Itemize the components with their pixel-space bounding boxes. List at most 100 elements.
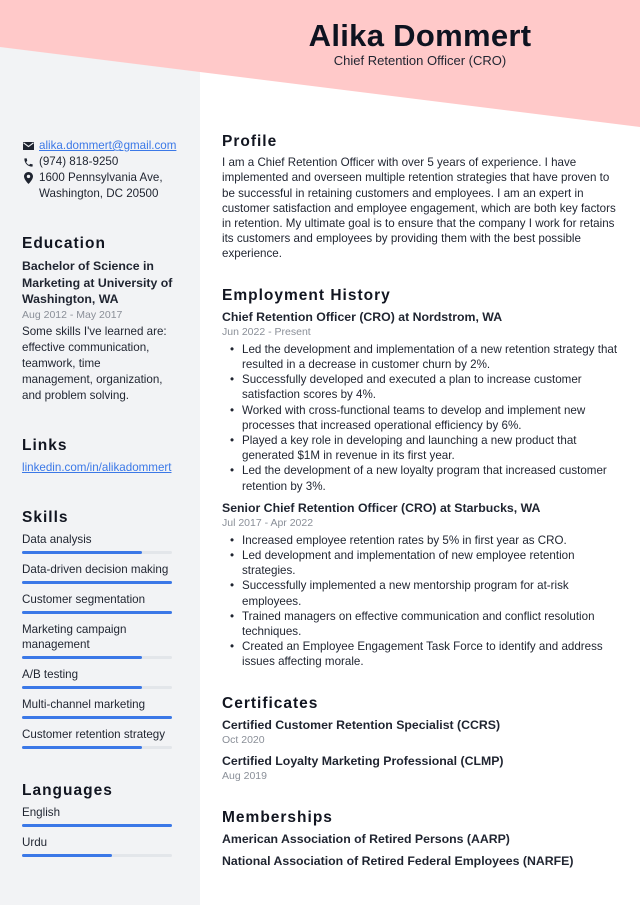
job-title: Chief Retention Officer (CRO) at Nordstr… — [222, 309, 503, 324]
job-bullet: Led the development and implementation o… — [222, 342, 620, 372]
skill-item-label: Marketing campaign management — [22, 622, 127, 651]
skill-item-label: Customer segmentation — [22, 592, 146, 606]
skills-list: Data analysis Data-driven decision making… — [22, 532, 174, 749]
skill-item-level-fill — [22, 550, 142, 554]
education-heading: Education — [22, 235, 106, 252]
envelope-icon — [22, 138, 34, 154]
contact-address: 1600 Pennsylvania Ave, Washington, DC 20… — [22, 170, 174, 202]
profile-section: Profile I am a Chief Retention Officer w… — [222, 134, 620, 262]
job-bullet: Led development and implementation of ne… — [222, 548, 620, 578]
education-section: Education Bachelor of Science in Marketi… — [22, 236, 174, 404]
certificate-entry: Certified Loyalty Marketing Professional… — [222, 753, 620, 784]
job-entry: Senior Chief Retention Officer (CRO) at … — [222, 500, 620, 670]
education-dates: Aug 2012 - May 2017 — [22, 308, 123, 321]
language-item-label: Urdu — [22, 835, 48, 849]
certificate-date: Aug 2019 — [222, 769, 267, 782]
certificates-heading: Certificates — [222, 694, 319, 712]
contact-email: alika.dommert@gmail.com — [22, 138, 176, 154]
job-bullet: Created an Employee Engagement Task Forc… — [222, 639, 620, 669]
job-bullet: Played a key role in developing and laun… — [222, 433, 620, 463]
skill-item-level-fill — [22, 580, 172, 584]
skill-item: A/B testing — [22, 667, 174, 689]
education-description: Some skills I've learned are: effective … — [22, 324, 167, 402]
job-bullet: Successfully developed and executed a pl… — [222, 372, 620, 402]
address-line-1: 1600 Pennsylvania Ave, — [39, 171, 163, 184]
skill-item: Customer retention strategy — [22, 727, 174, 749]
certificate-title: Certified Loyalty Marketing Professional… — [222, 753, 504, 768]
skill-item: Data-driven decision making — [22, 562, 174, 584]
skills-heading: Skills — [22, 508, 69, 526]
links-section: Links linkedin.com/in/alikadommert — [22, 437, 174, 476]
language-item-level-fill — [22, 823, 172, 827]
job-entry: Chief Retention Officer (CRO) at Nordstr… — [222, 309, 620, 494]
language-item-level-bar — [22, 823, 172, 827]
skill-item-label: Customer retention strategy — [22, 727, 166, 741]
profile-text: I am a Chief Retention Officer with over… — [222, 156, 616, 261]
language-item: English — [22, 805, 174, 827]
language-item-level-fill — [22, 853, 112, 857]
employment-heading: Employment History — [222, 286, 391, 304]
certificates-list: Certified Customer Retention Specialist … — [222, 717, 620, 784]
job-bullet: Led the development of a new loyalty pro… — [222, 463, 620, 493]
memberships-list: American Association of Retired Persons … — [222, 831, 620, 869]
skill-item-level-bar — [22, 550, 172, 554]
skill-item-label: Data analysis — [22, 532, 92, 546]
main-content: Profile I am a Chief Retention Officer w… — [222, 134, 620, 895]
job-bullet: Worked with cross-functional teams to de… — [222, 403, 620, 433]
certificate-title: Certified Customer Retention Specialist … — [222, 717, 501, 732]
languages-section: Languages English Urdu — [22, 781, 174, 857]
email-link[interactable]: alika.dommert@gmail.com — [39, 138, 176, 154]
job-dates: Jul 2017 - Apr 2022 — [222, 516, 314, 529]
candidate-title: Chief Retention Officer (CRO) — [333, 53, 507, 68]
memberships-heading: Memberships — [222, 808, 333, 826]
languages-heading: Languages — [22, 781, 113, 799]
job-bullet: Trained managers on effective communicat… — [222, 609, 620, 639]
certificate-entry: Certified Customer Retention Specialist … — [222, 717, 620, 748]
skill-item-label: Multi-channel marketing — [22, 697, 146, 711]
skill-item-label: A/B testing — [22, 667, 79, 681]
profile-heading: Profile — [222, 133, 278, 150]
job-title: Senior Chief Retention Officer (CRO) at … — [222, 500, 541, 515]
certificates-section: Certificates Certified Customer Retentio… — [222, 694, 620, 784]
language-item-label: English — [22, 805, 61, 819]
contact-phone: (974) 818-9250 — [22, 154, 174, 170]
skill-item-level-bar — [22, 655, 172, 659]
job-dates: Jun 2022 - Present — [222, 325, 311, 338]
skill-item: Marketing campaign management — [22, 622, 174, 659]
language-item-level-bar — [22, 853, 172, 857]
skill-item-label: Data-driven decision making — [22, 562, 169, 576]
skill-item: Data analysis — [22, 532, 174, 554]
address: 1600 Pennsylvania Ave, Washington, DC 20… — [39, 170, 163, 202]
skill-item-level-bar — [22, 610, 172, 614]
candidate-name: Alika Dommert — [308, 18, 532, 53]
phone-number: (974) 818-9250 — [39, 155, 119, 168]
membership-item: National Association of Retired Federal … — [222, 854, 574, 869]
skills-section: Skills Data analysis Data-driven decision… — [22, 508, 174, 749]
sidebar: alika.dommert@gmail.com (974) 818-9250 1… — [22, 138, 176, 865]
education-degree: Bachelor of Science in Marketing at Univ… — [22, 259, 173, 306]
employment-section: Employment History Chief Retention Offic… — [222, 286, 620, 670]
skill-item-level-fill — [22, 610, 172, 614]
skill-item-level-bar — [22, 580, 172, 584]
address-line-2: Washington, DC 20500 — [39, 187, 159, 200]
skill-item: Multi-channel marketing — [22, 697, 174, 719]
skill-item-level-fill — [22, 715, 172, 719]
skill-item-level-bar — [22, 715, 172, 719]
skill-item-level-fill — [22, 685, 142, 689]
skill-item-level-bar — [22, 685, 172, 689]
map-pin-icon — [22, 170, 34, 186]
membership-item: American Association of Retired Persons … — [222, 832, 510, 847]
certificate-date: Oct 2020 — [222, 733, 265, 746]
job-bullet: Increased employee retention rates by 5%… — [222, 533, 620, 548]
skill-item-level-fill — [22, 655, 142, 659]
skill-item-level-bar — [22, 745, 172, 749]
skill-item: Customer segmentation — [22, 592, 174, 614]
phone-icon — [22, 154, 34, 170]
jobs-list: Chief Retention Officer (CRO) at Nordstr… — [222, 309, 620, 670]
linkedin-link[interactable]: linkedin.com/in/alikadommert — [22, 461, 172, 474]
language-item: Urdu — [22, 835, 174, 857]
languages-list: English Urdu — [22, 805, 174, 857]
job-bullet: Successfully implemented a new mentorshi… — [222, 578, 620, 608]
skill-item-level-fill — [22, 745, 142, 749]
contact-info: alika.dommert@gmail.com (974) 818-9250 1… — [22, 138, 176, 202]
